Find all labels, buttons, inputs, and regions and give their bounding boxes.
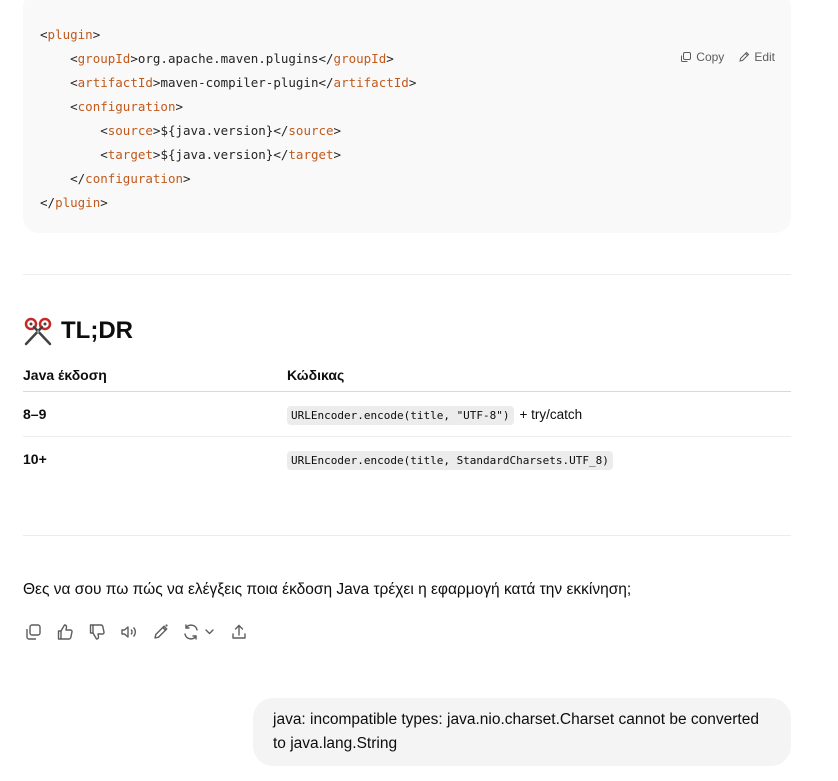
code-suffix: + try/catch <box>519 406 583 422</box>
code-actions: Copy Edit <box>680 50 775 64</box>
version-table: Java έκδοση Κώδικας 8–9 URLEncoder.encod… <box>23 360 791 481</box>
good-response-button[interactable] <box>55 622 75 642</box>
share-button[interactable] <box>229 622 249 642</box>
scissors-icon <box>24 317 52 346</box>
table-row: 8–9 URLEncoder.encode(title, "UTF-8") + t… <box>23 391 791 437</box>
edit-label: Edit <box>754 50 775 64</box>
inline-code: URLEncoder.encode(title, StandardCharset… <box>287 450 613 470</box>
section-divider <box>23 535 791 536</box>
column-header-version: Java έκδοση <box>23 360 287 392</box>
regenerate-button[interactable] <box>183 622 217 642</box>
thumbs-up-icon <box>57 624 73 640</box>
inline-code: URLEncoder.encode(title, "UTF-8") <box>287 405 514 425</box>
copy-code-button[interactable]: Copy <box>680 50 724 64</box>
table-row: 10+ URLEncoder.encode(title, StandardCha… <box>23 436 791 481</box>
copy-message-button[interactable] <box>23 622 43 642</box>
read-aloud-button[interactable] <box>119 622 139 642</box>
code-cell: URLEncoder.encode(title, "UTF-8") + try/c… <box>287 391 791 437</box>
table-header-row: Java έκδοση Κώδικας <box>23 360 791 392</box>
tldr-title: TL;DR <box>61 317 133 344</box>
code-block: <plugin> <groupId>org.apache.maven.plugi… <box>23 0 791 233</box>
code-line: <groupId>org.apache.maven.plugins</group… <box>70 51 394 66</box>
copy-icon <box>681 52 692 62</box>
code-line: </configuration> <box>70 171 191 186</box>
user-message-bubble: java: incompatible types: java.nio.chars… <box>253 698 791 766</box>
section-divider <box>23 274 791 275</box>
copy-icon <box>26 624 41 640</box>
column-header-code: Κώδικας <box>287 360 791 392</box>
version-cell: 10+ <box>23 450 47 467</box>
edit-code-button[interactable]: Edit <box>738 50 775 64</box>
version-cell: 8–9 <box>23 391 287 437</box>
thumbs-down-icon <box>89 624 105 640</box>
code-line: <artifactId>maven-compiler-plugin</artif… <box>70 75 417 90</box>
tldr-heading: TL;DR <box>23 316 133 346</box>
edit-icon <box>154 624 168 639</box>
pencil-icon <box>739 51 750 62</box>
regenerate-icon <box>184 624 214 640</box>
share-icon <box>232 624 246 639</box>
code-cell: URLEncoder.encode(title, StandardCharset… <box>287 436 791 481</box>
message-action-bar <box>23 622 249 642</box>
code-line: <configuration> <box>70 99 184 114</box>
edit-response-button[interactable] <box>151 622 171 642</box>
code-line: <plugin> <box>40 27 101 42</box>
bad-response-button[interactable] <box>87 622 107 642</box>
read-aloud-icon <box>121 626 136 638</box>
code-line: <target>${java.version}</target> <box>100 147 342 162</box>
code-line: </plugin> <box>40 195 108 210</box>
code-content: <plugin> <groupId>org.apache.maven.plugi… <box>40 23 416 215</box>
copy-label: Copy <box>696 50 725 64</box>
code-line: <source>${java.version}</source> <box>100 123 342 138</box>
assistant-question: Θες να σου πω πώς να ελέγξεις ποια έκδοσ… <box>23 581 632 598</box>
